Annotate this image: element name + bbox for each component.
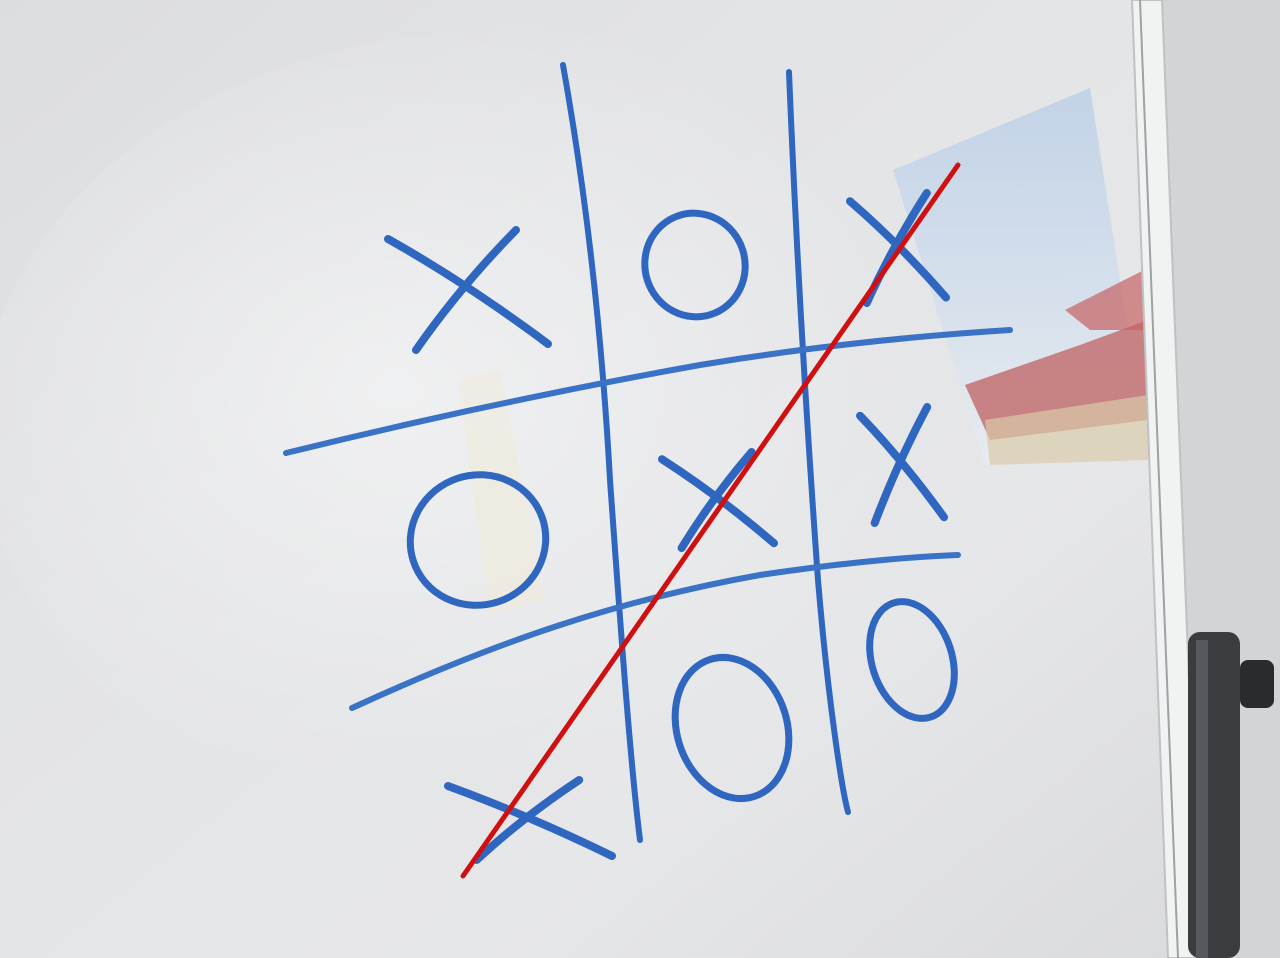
whiteboard-scene	[0, 0, 1280, 958]
